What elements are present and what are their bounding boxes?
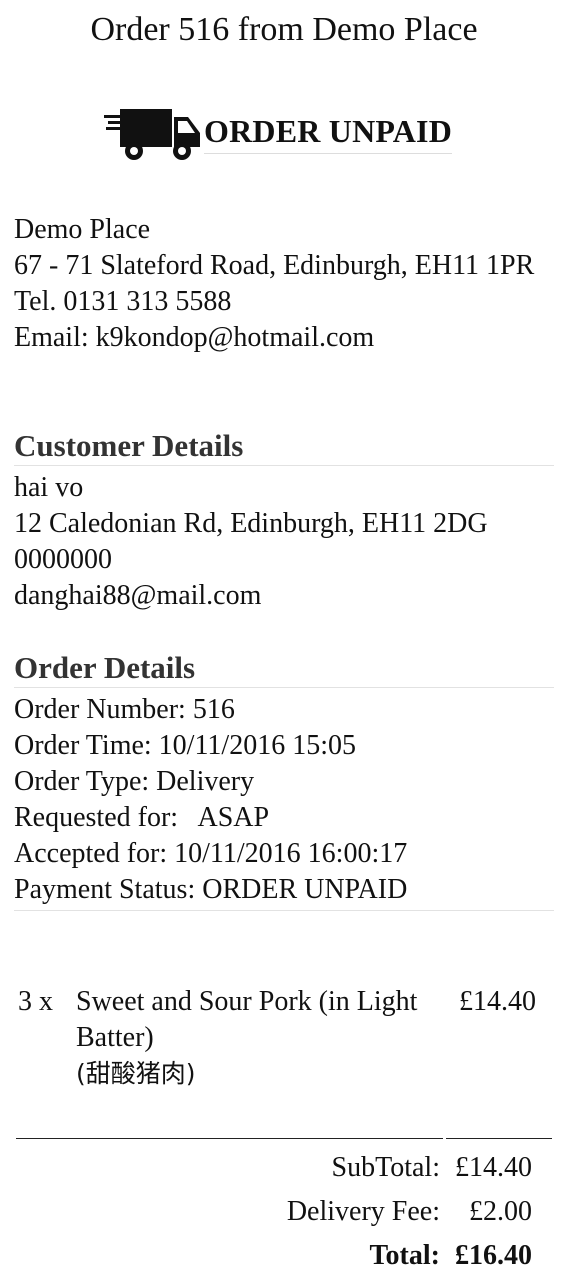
delivery-fee-value: £2.00: [469, 1196, 532, 1227]
order-payment-status: Payment Status: ORDER UNPAID: [14, 874, 408, 905]
order-details: Order Number: 516 Order Time: 10/11/2016…: [14, 692, 554, 911]
order-type: Order Type: Delivery: [14, 766, 255, 797]
order-accepted-for: Accepted for: 10/11/2016 16:00:17: [14, 838, 408, 869]
restaurant-address: 67 - 71 Slateford Road, Edinburgh, EH11 …: [14, 250, 535, 281]
subtotal-row: SubTotal: £14.40: [14, 1146, 533, 1190]
customer-name: hai vo: [14, 472, 84, 503]
customer-phone: 0000000: [14, 544, 112, 575]
order-details-heading: Order Details: [14, 650, 554, 688]
subtotal-value: £14.40: [455, 1152, 532, 1183]
order-requested-for: Requested for: ASAP: [14, 802, 270, 833]
restaurant-email: Email: k9kondop@hotmail.com: [14, 322, 375, 353]
item-subname: (甜酸猪肉): [76, 1059, 196, 1088]
customer-address: 12 Caledonian Rd, Edinburgh, EH11 2DG: [14, 508, 488, 539]
delivery-fee-row: Delivery Fee: £2.00: [14, 1190, 532, 1234]
total-row: Total: £16.40: [14, 1234, 532, 1278]
customer-details-heading: Customer Details: [14, 428, 554, 466]
order-items-list: 3 x Sweet and Sour Pork (in Light Batter…: [14, 984, 554, 1092]
delivery-fee-label: Delivery Fee:: [286, 1196, 440, 1227]
page-title: Order 516 from Demo Place: [90, 11, 478, 48]
order-number: Order Number: 516: [14, 694, 235, 725]
restaurant-phone: Tel. 0131 313 5588: [14, 286, 232, 317]
order-totals: SubTotal: £14.40 Delivery Fee: £2.00 Tot…: [14, 1146, 532, 1278]
list-item: 3 x Sweet and Sour Pork (in Light Batter…: [14, 984, 554, 1092]
subtotal-label: SubTotal:: [331, 1152, 441, 1183]
item-description: Sweet and Sour Pork (in Light Batter) (甜…: [76, 984, 446, 1092]
item-name: Sweet and Sour Pork (in Light Batter): [76, 986, 418, 1053]
total-label: Total:: [369, 1240, 440, 1271]
delivery-truck-icon: [104, 109, 200, 160]
order-time: Order Time: 10/11/2016 15:05: [14, 730, 356, 761]
item-price: £14.40: [459, 986, 536, 1017]
total-value: £16.40: [455, 1240, 532, 1271]
totals-divider: [16, 1137, 552, 1141]
restaurant-name: Demo Place: [14, 214, 151, 245]
order-status-label: ORDER UNPAID: [204, 111, 453, 154]
restaurant-details: Demo Place 67 - 71 Slateford Road, Edinb…: [14, 212, 554, 356]
order-status-banner: ORDER UNPAID: [104, 103, 453, 161]
customer-email: danghai88@mail.com: [14, 580, 262, 611]
item-quantity: 3 x: [18, 986, 53, 1017]
customer-details: hai vo 12 Caledonian Rd, Edinburgh, EH11…: [14, 470, 554, 614]
